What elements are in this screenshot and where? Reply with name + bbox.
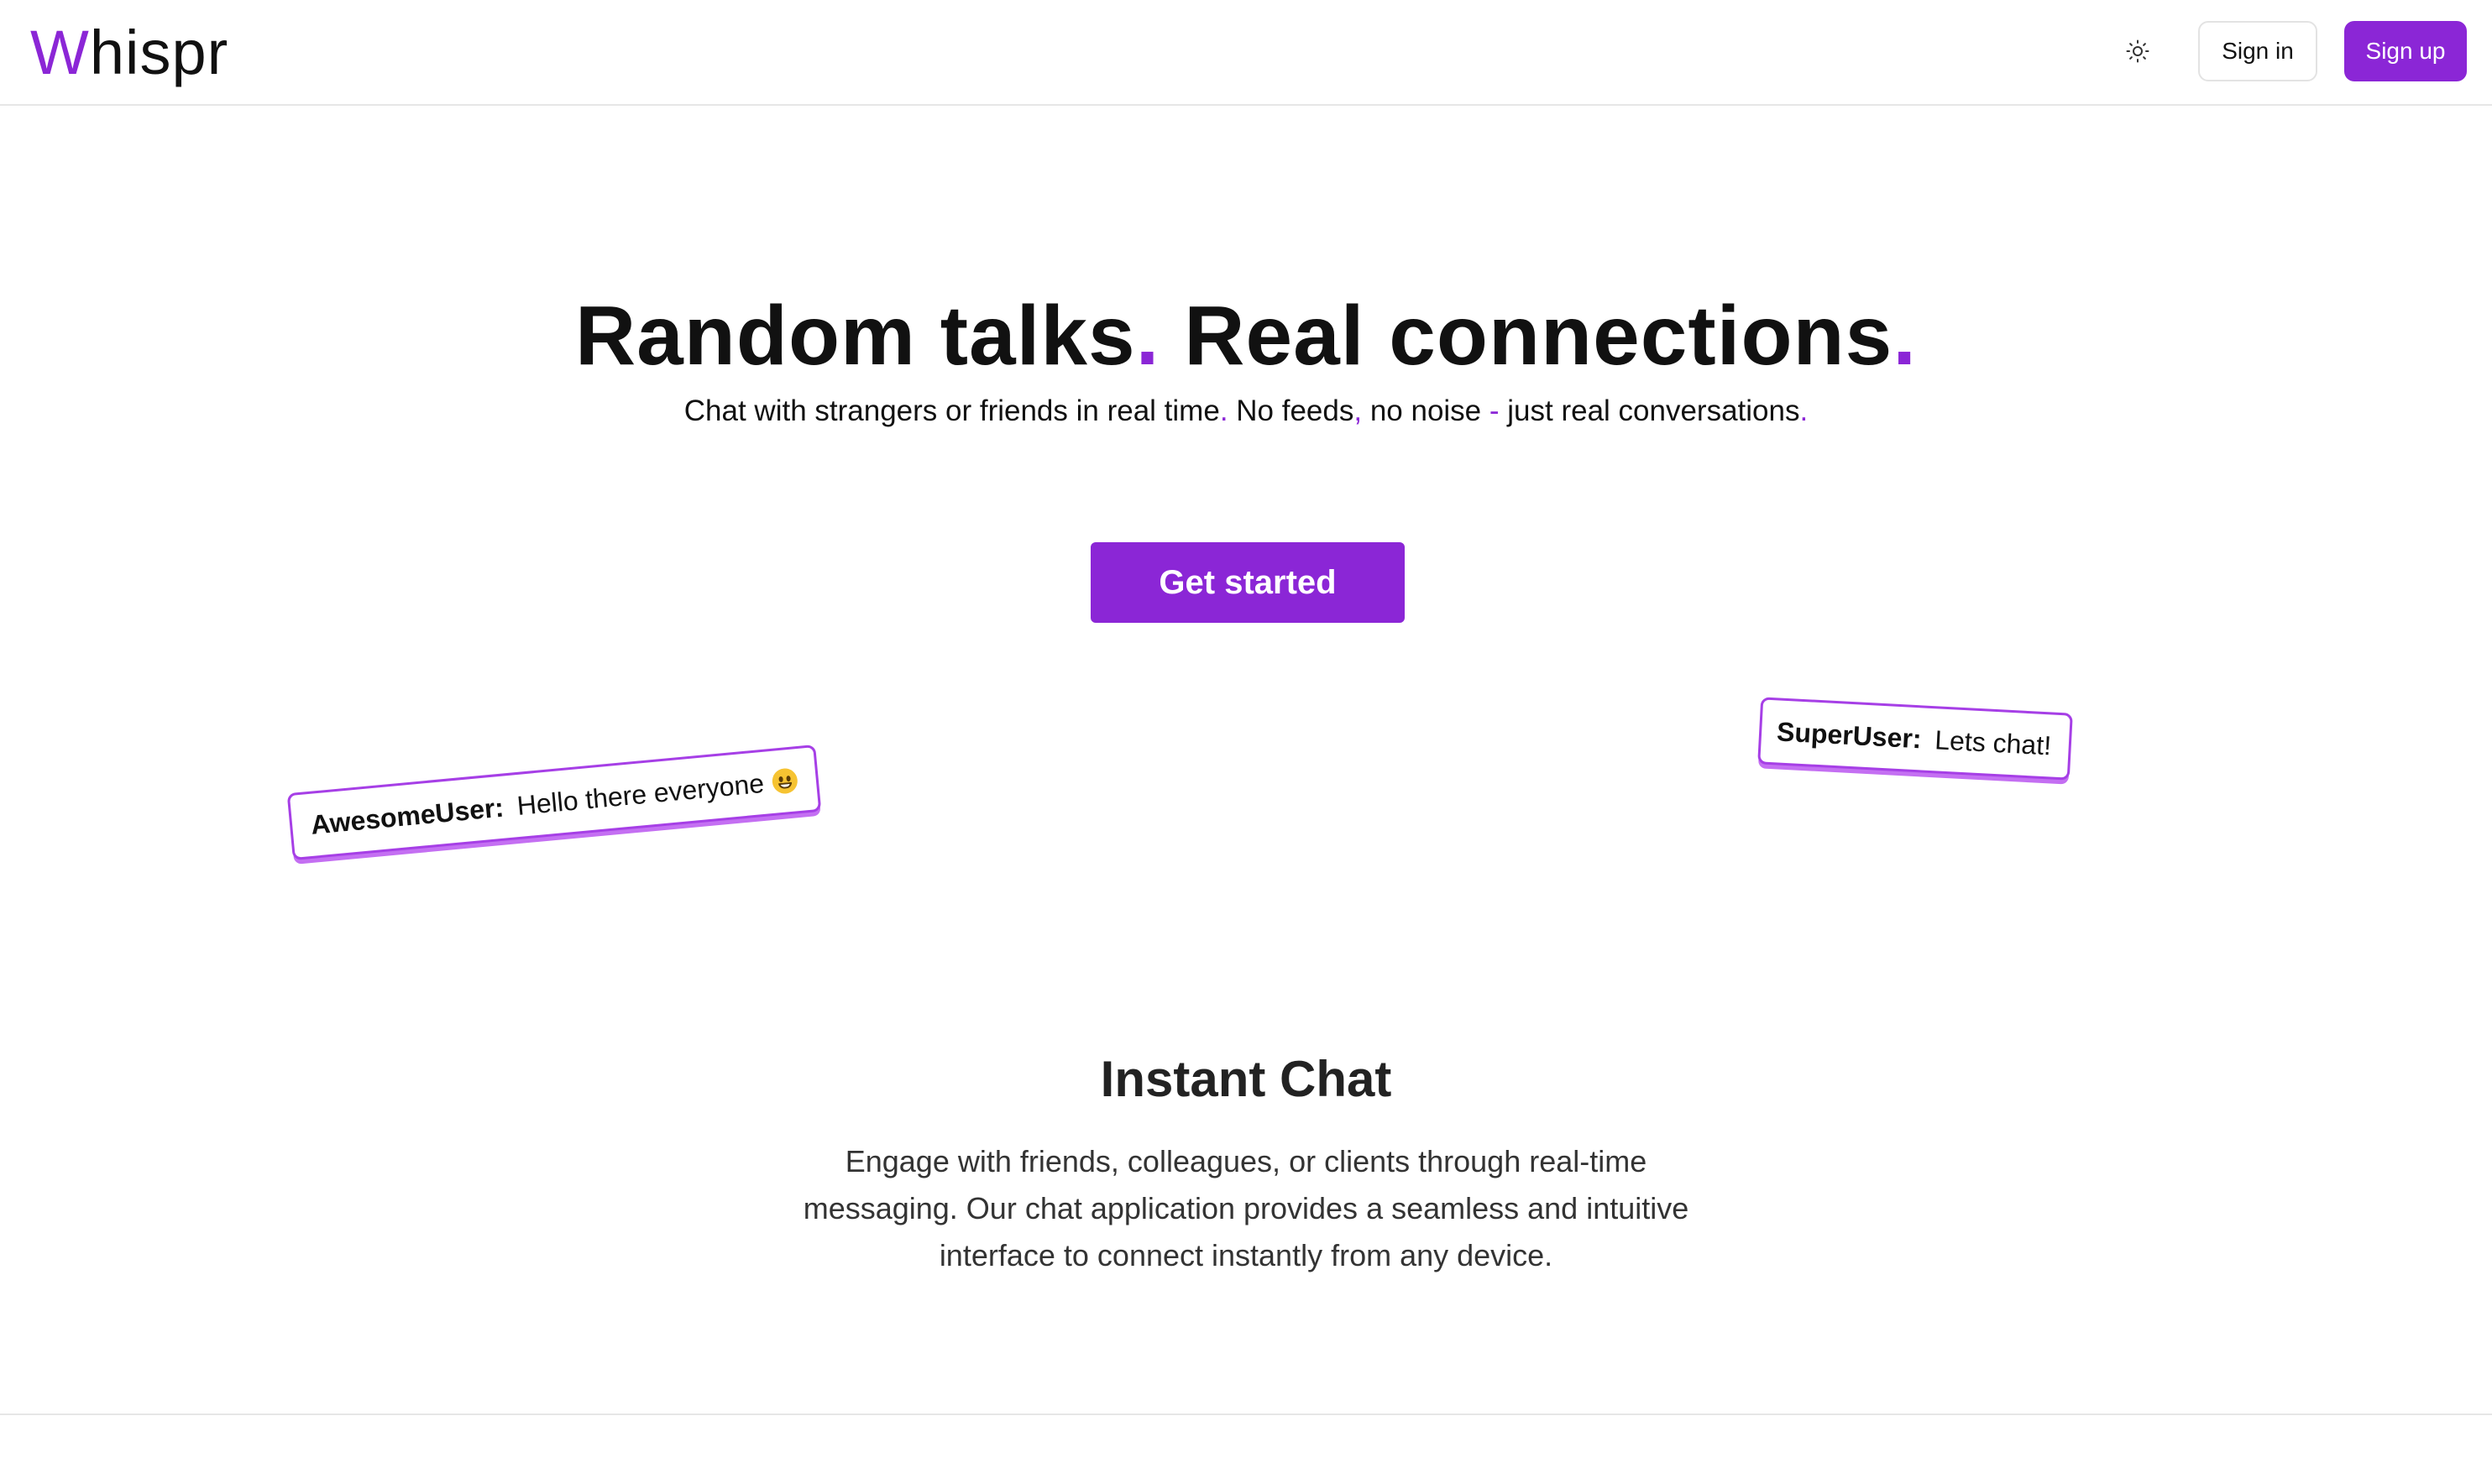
feature-description: Engage with friends, colleagues, or clie… <box>803 1144 1689 1272</box>
chat-bubble-awesomeuser: AwesomeUser: Hello there everyone <box>286 744 822 861</box>
hero-sub-part-1: Chat with strangers or friends in real t… <box>683 395 1220 427</box>
get-started-button[interactable]: Get started <box>1091 542 1405 623</box>
logo-accent-letter: W <box>30 18 90 87</box>
chat-bubble-username: SuperUser: <box>1776 715 1923 754</box>
logo-text: hispr <box>89 18 229 87</box>
sign-up-button[interactable]: Sign up <box>2344 21 2467 81</box>
chat-bubble-message: Lets chat! <box>1934 724 2052 760</box>
grinning-face-emoji-icon <box>771 767 799 795</box>
sun-icon <box>2126 39 2149 63</box>
chat-bubble-message: Hello there everyone <box>516 767 766 821</box>
hero-title-part-2: Real connections <box>1160 289 1893 383</box>
hero-title: Random talks. Real connections. <box>0 285 2492 386</box>
hero-title-dot-2: . <box>1893 289 1918 383</box>
top-navbar: Whispr Sign in Sign up <box>0 0 2492 106</box>
hero-subtitle: Chat with strangers or friends in real t… <box>0 391 2492 431</box>
feature-title: Instant Chat <box>1100 1051 1392 1107</box>
hero-sub-comma: , <box>1353 395 1363 427</box>
section-divider <box>0 1413 2492 1415</box>
hero-sub-dot-2: . <box>1799 395 1809 427</box>
hero-title-dot-1: . <box>1135 289 1160 383</box>
sign-in-button[interactable]: Sign in <box>2198 21 2317 81</box>
hero-sub-part-3: no noise <box>1362 395 1489 427</box>
chat-bubble-username: AwesomeUser: <box>309 792 505 840</box>
hero-sub-dot-1: . <box>1219 395 1228 427</box>
theme-toggle-button[interactable] <box>2114 30 2161 72</box>
hero-sub-part-2: No feeds <box>1228 395 1354 427</box>
hero-sub-part-4: just real conversations <box>1499 395 1800 427</box>
chat-bubble-superuser: SuperUser: Lets chat! <box>1757 697 2073 781</box>
hero-title-part-1: Random talks <box>574 289 1136 383</box>
whispr-logo[interactable]: Whispr <box>30 15 228 91</box>
hero-sub-dash: - <box>1489 395 1500 427</box>
